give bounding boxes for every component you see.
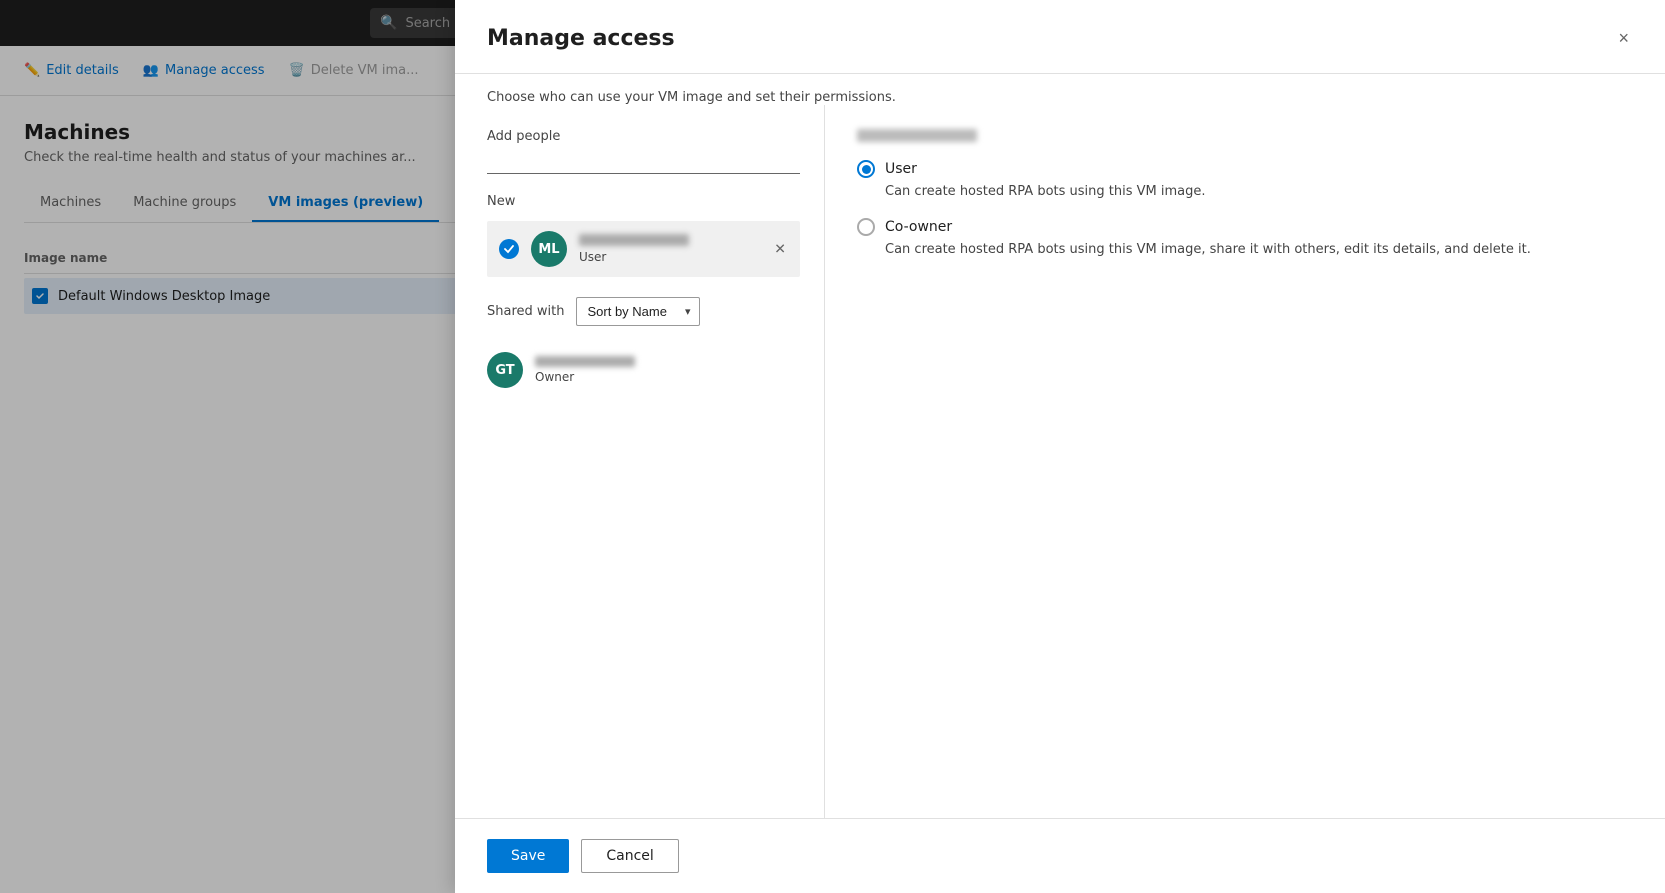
cancel-button[interactable]: Cancel <box>581 839 678 873</box>
sort-dropdown-wrapper: Sort by Name Sort by Role <box>576 297 700 326</box>
shared-with-label: Shared with <box>487 304 564 319</box>
radio-desc-user: Can create hosted RPA bots using this VM… <box>857 182 1633 202</box>
new-user-name-blurred <box>579 234 689 246</box>
sort-dropdown[interactable]: Sort by Name Sort by Role <box>576 297 700 326</box>
add-people-label: Add people <box>487 129 800 144</box>
new-user-role: User <box>579 250 788 264</box>
radio-label-user: User <box>885 161 917 177</box>
manage-access-panel: Manage access × Choose who can use your … <box>455 0 1665 893</box>
panel-footer: Save Cancel <box>455 818 1665 893</box>
panel-subtitle: Choose who can use your VM image and set… <box>455 74 1665 105</box>
panel-right: User Can create hosted RPA bots using th… <box>825 105 1665 818</box>
shared-user-role: Owner <box>535 370 635 384</box>
radio-label-coowner: Co-owner <box>885 219 952 235</box>
radio-desc-coowner: Can create hosted RPA bots using this VM… <box>857 240 1633 260</box>
user-item-checkbox <box>499 239 519 259</box>
shared-user-item: GT Owner <box>487 342 800 398</box>
panel-header: Manage access × <box>455 0 1665 74</box>
radio-option-coowner: Co-owner Can create hosted RPA bots usin… <box>857 218 1633 260</box>
save-button[interactable]: Save <box>487 839 569 873</box>
radio-circle-coowner[interactable] <box>857 218 875 236</box>
radio-label-row-coowner[interactable]: Co-owner <box>857 218 1633 236</box>
add-people-input[interactable] <box>487 150 800 174</box>
radio-circle-user[interactable] <box>857 160 875 178</box>
panel-body: Add people New ML User ✕ S <box>455 105 1665 818</box>
close-button[interactable]: × <box>1614 24 1633 53</box>
shared-user-avatar: GT <box>487 352 523 388</box>
panel-title: Manage access <box>487 26 675 51</box>
new-section-label: New <box>487 194 800 209</box>
shared-with-row: Shared with Sort by Name Sort by Role <box>487 297 800 326</box>
permission-user-name-blurred <box>857 129 977 142</box>
shared-user-info: Owner <box>535 356 635 384</box>
panel-left: Add people New ML User ✕ S <box>455 105 825 818</box>
shared-user-name-blurred <box>535 356 635 367</box>
remove-user-button[interactable]: ✕ <box>770 237 790 262</box>
new-user-avatar: ML <box>531 231 567 267</box>
radio-option-user: User Can create hosted RPA bots using th… <box>857 160 1633 202</box>
new-user-info: User <box>579 234 788 264</box>
new-user-item[interactable]: ML User ✕ <box>487 221 800 277</box>
radio-label-row-user[interactable]: User <box>857 160 1633 178</box>
permission-radio-group: User Can create hosted RPA bots using th… <box>857 160 1633 259</box>
